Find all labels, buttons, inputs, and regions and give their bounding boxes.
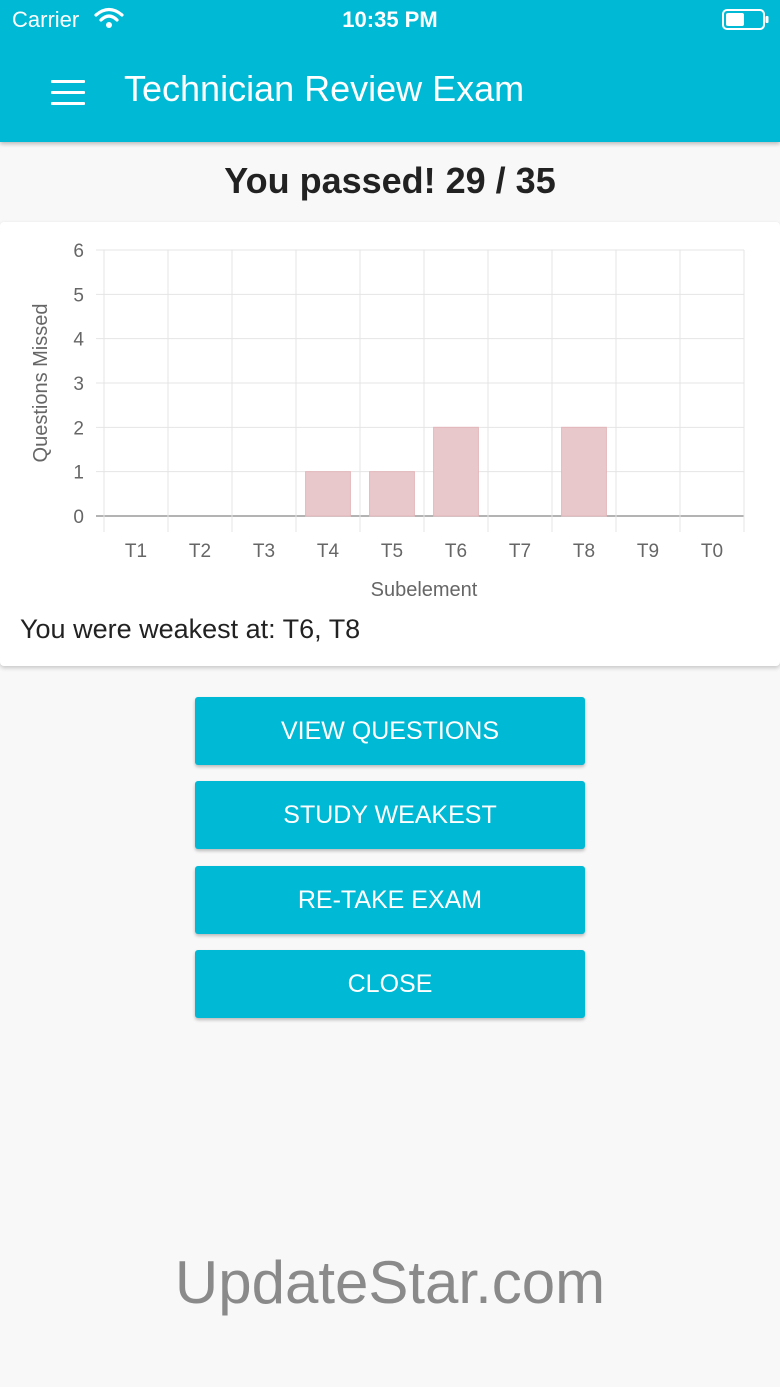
view-questions-button[interactable]: VIEW QUESTIONS bbox=[195, 697, 585, 765]
x-tick-label: T9 bbox=[637, 541, 659, 562]
page-title: Technician Review Exam bbox=[124, 68, 525, 109]
x-tick-label: T1 bbox=[125, 541, 147, 562]
y-tick-label: 0 bbox=[73, 507, 84, 528]
x-tick-label: T8 bbox=[573, 541, 595, 562]
bar-T6 bbox=[433, 426, 479, 517]
bar-T8 bbox=[561, 426, 607, 517]
study-weakest-button[interactable]: STUDY WEAKEST bbox=[195, 781, 585, 849]
bar-T5 bbox=[369, 471, 415, 517]
y-tick-label: 6 bbox=[73, 241, 84, 262]
weakest-areas-text: You were weakest at: T6, T8 bbox=[20, 614, 361, 644]
close-button[interactable]: CLOSE bbox=[195, 950, 585, 1018]
x-tick-label: T3 bbox=[253, 541, 275, 562]
y-tick-label: 3 bbox=[73, 374, 84, 395]
y-axis-title: Questions Missed bbox=[30, 304, 52, 463]
bar-T4 bbox=[305, 471, 351, 517]
results-card: 0 1 2 3 4 5 6 T1 T2 T3 T4 T5 T6 T7 T8 T9 T0 Subelement Que… bbox=[0, 222, 780, 666]
battery-icon bbox=[722, 9, 770, 36]
x-tick-label: T5 bbox=[381, 541, 403, 562]
watermark-logo: UpdateStar.com bbox=[174, 1249, 606, 1316]
hamburger-menu-icon[interactable] bbox=[51, 80, 87, 106]
status-time: 10:35 PM bbox=[342, 7, 438, 32]
x-tick-label: T2 bbox=[189, 541, 211, 562]
y-tick-label: 2 bbox=[73, 418, 84, 439]
retake-exam-button[interactable]: RE-TAKE EXAM bbox=[195, 866, 585, 934]
y-tick-label: 4 bbox=[73, 330, 84, 351]
y-tick-label: 1 bbox=[73, 463, 84, 484]
x-tick-label: T0 bbox=[701, 541, 723, 562]
y-tick-label: 5 bbox=[73, 285, 84, 306]
x-tick-label: T7 bbox=[509, 541, 531, 562]
x-tick-label: T4 bbox=[317, 541, 340, 562]
x-tick-label: T6 bbox=[445, 541, 467, 562]
missed-questions-chart: 0 1 2 3 4 5 6 T1 T2 T3 T4 T5 T6 T7 T8 T9 T0 Subelement Que… bbox=[30, 241, 745, 601]
app-header: Carrier 10:35 PM Technician Review Exam bbox=[0, 0, 780, 142]
result-score-title: You passed! 29 / 35 bbox=[224, 160, 556, 201]
status-bar: Carrier 10:35 PM bbox=[0, 0, 780, 40]
x-axis-title: Subelement bbox=[371, 579, 478, 601]
